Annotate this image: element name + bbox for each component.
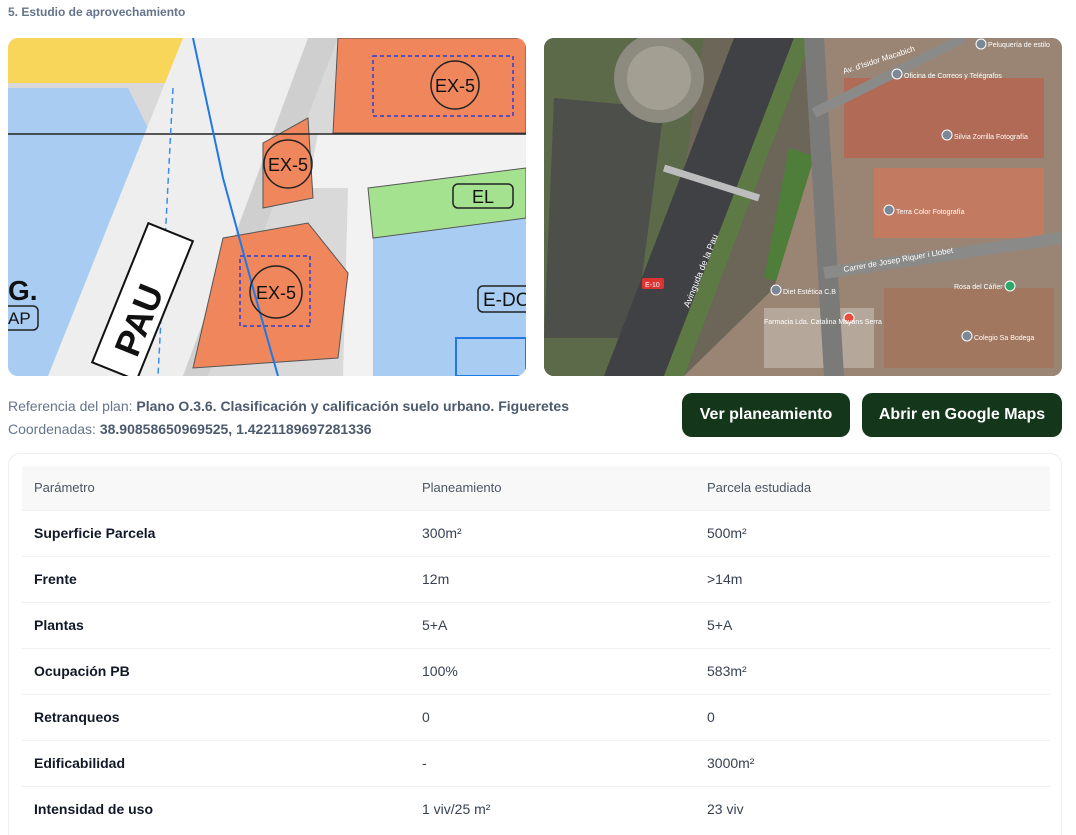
table-row: Edificabilidad - 3000m² bbox=[22, 739, 1050, 786]
row-plan-value: 1 viv/25 m² bbox=[410, 785, 695, 832]
plan-reference-value: Plano O.3.6. Clasificación y calificació… bbox=[136, 398, 569, 414]
plan-label-edo: E-DO bbox=[483, 290, 526, 311]
plan-reference: Referencia del plan: Plano O.3.6. Clasif… bbox=[8, 395, 569, 418]
row-plan-value: 5+A bbox=[410, 601, 695, 648]
plan-label-ex5-a: EX-5 bbox=[435, 76, 475, 96]
plan-label-ex5-c: EX-5 bbox=[256, 283, 296, 303]
table-row: Intensidad de uso 1 viv/25 m² 23 viv bbox=[22, 785, 1050, 832]
table-header-row: Parámetro Planeamiento Parcela estudiada bbox=[22, 466, 1050, 510]
header-parametro: Parámetro bbox=[34, 480, 95, 496]
plan-label-g: G. bbox=[8, 275, 38, 306]
table-row: Superficie Parcela 300m² 500m² bbox=[22, 509, 1050, 556]
plan-reference-label: Referencia del plan: bbox=[8, 398, 133, 414]
row-parcel-value: 583m² bbox=[695, 647, 1050, 694]
row-plan-value: 12m bbox=[410, 555, 695, 602]
sat-poi-colegio: Colegio Sa Bodega bbox=[974, 335, 1034, 342]
row-parcel-value: 500m² bbox=[695, 509, 1050, 556]
row-parcel-value: 0 bbox=[695, 693, 1050, 740]
row-param: Ocupación PB bbox=[22, 647, 410, 694]
table-row: Frente 12m >14m bbox=[22, 555, 1050, 602]
row-param: Frente bbox=[22, 555, 410, 602]
sat-poi-rosa: Rosa del Cáñer bbox=[954, 284, 1003, 291]
row-plan-value: 100% bbox=[410, 647, 695, 694]
header-parcela: Parcela estudiada bbox=[707, 480, 812, 496]
sat-poi-peluqueria: Peluquería de estilo bbox=[988, 42, 1050, 49]
sat-poi-diet: Diet Estética C.B bbox=[783, 289, 836, 296]
coordinates-value: 38.90858650969525, 1.4221189697281336 bbox=[99, 421, 372, 437]
plan-label-ap: AP bbox=[8, 309, 31, 328]
coordinates: Coordenadas: 38.90858650969525, 1.422118… bbox=[8, 418, 569, 441]
row-param: Intensidad de uso bbox=[22, 785, 410, 832]
sat-poi-zorrilla: Silvia Zorrilla Fotografía bbox=[954, 134, 1028, 141]
row-parcel-value: 23 viv bbox=[695, 785, 1050, 832]
section-title: 5. Estudio de aprovechamiento bbox=[8, 5, 186, 19]
table-row: Plantas 5+A 5+A bbox=[22, 601, 1050, 648]
row-parcel-value: 3000m² bbox=[695, 739, 1050, 786]
sat-poi-farmacia: Farmacia Lda. Catalina Mayans Serra bbox=[764, 319, 882, 326]
plan-label-ex5-b: EX-5 bbox=[268, 155, 308, 175]
table-row: Ocupación PB 100% 583m² bbox=[22, 647, 1050, 694]
row-parcel-value: 5+A bbox=[695, 601, 1050, 648]
row-plan-value: 300m² bbox=[410, 509, 695, 556]
open-google-maps-button[interactable]: Abrir en Google Maps bbox=[862, 393, 1062, 437]
plan-info: Referencia del plan: Plano O.3.6. Clasif… bbox=[8, 395, 569, 441]
table-row: Retranqueos 0 0 bbox=[22, 693, 1050, 740]
sat-road-e10: E-10 bbox=[645, 282, 660, 289]
sat-poi-correos: Oficina de Correos y Telégrafos bbox=[904, 73, 1002, 80]
plan-map[interactable]: EX-5 EX-5 EX-5 EL E-DO G. AP PAU bbox=[8, 38, 526, 376]
plan-label-el: EL bbox=[472, 187, 494, 207]
row-param: Retranqueos bbox=[22, 693, 410, 740]
row-param: Plantas bbox=[22, 601, 410, 648]
row-param: Superficie Parcela bbox=[22, 509, 410, 556]
coordinates-label: Coordenadas: bbox=[8, 421, 96, 437]
row-param: Edificabilidad bbox=[22, 739, 410, 786]
parameters-table: Parámetro Planeamiento Parcela estudiada… bbox=[22, 466, 1050, 832]
row-parcel-value: >14m bbox=[695, 555, 1050, 602]
sat-poi-terracolor: Terra Color Fotografía bbox=[896, 209, 965, 216]
row-plan-value: - bbox=[410, 739, 695, 786]
satellite-map[interactable]: Av. d'Isidor Macabich Carrer de Josep Ri… bbox=[544, 38, 1062, 376]
row-plan-value: 0 bbox=[410, 693, 695, 740]
view-plan-button[interactable]: Ver planeamiento bbox=[682, 393, 850, 437]
header-planeamiento: Planeamiento bbox=[422, 480, 502, 496]
parameters-table-card: Parámetro Planeamiento Parcela estudiada… bbox=[8, 453, 1062, 835]
